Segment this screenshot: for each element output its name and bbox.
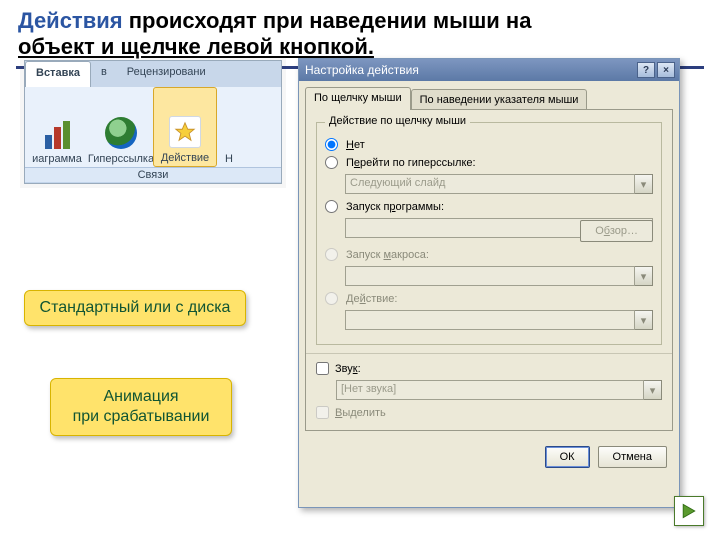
arrow-right-icon [679, 501, 699, 521]
chevron-down-icon: ▾ [635, 266, 653, 286]
radio-object-action: Действие: [325, 292, 653, 305]
radio-run-macro-label: Запуск макроса: [346, 249, 429, 261]
radio-run-program[interactable]: Запуск программы: [325, 200, 653, 213]
ribbon-group-label: Связи [25, 167, 281, 182]
ribbon-tab-review[interactable]: Рецензировани [117, 61, 216, 87]
title-accent: Действия [18, 8, 123, 33]
tab-on-click[interactable]: По щелчку мыши [305, 87, 411, 110]
radio-run-macro: Запуск макроса: [325, 248, 653, 261]
callout-animation-l2: при срабатывании [73, 408, 210, 425]
dialog-titlebar[interactable]: Настройка действия ? × [299, 59, 679, 81]
radio-object-action-label: Действие: [346, 293, 397, 305]
radio-hyperlink[interactable]: Перейти по гиперссылке: [325, 156, 653, 169]
check-sound-label: Звук: [335, 363, 361, 375]
sound-combo[interactable]: [Нет звука] ▾ [336, 380, 662, 400]
ribbon-tab-2[interactable]: в [91, 61, 117, 87]
chevron-down-icon[interactable]: ▾ [644, 380, 662, 400]
ribbon-button-chart-label: иаграмма [32, 153, 82, 165]
callout-animation-l1: Анимация [103, 388, 178, 405]
cancel-button[interactable]: Отмена [598, 446, 667, 468]
action-groupbox: Действие по щелчку мыши Нет Перейти по г… [316, 122, 662, 345]
ribbon-button-hyperlink-label: Гиперссылка [88, 153, 154, 165]
globe-icon [105, 117, 137, 149]
next-slide-button[interactable] [674, 496, 704, 526]
ok-button[interactable]: ОК [545, 446, 590, 468]
check-highlight: Выделить [316, 406, 662, 419]
object-action-field [345, 310, 635, 330]
callout-animation: Анимация при срабатывании [50, 378, 232, 436]
dialog-button-row: ОК Отмена [299, 438, 679, 476]
help-button[interactable]: ? [637, 62, 655, 78]
ribbon-button-hyperlink[interactable]: Гиперссылка [89, 87, 153, 167]
separator [306, 353, 672, 354]
hyperlink-combo-field: Следующий слайд [345, 174, 635, 194]
radio-none[interactable]: Нет [325, 138, 653, 151]
ribbon-button-next-label: Н [225, 153, 233, 165]
callout-standard: Стандартный или с диска [24, 290, 246, 326]
star-icon [169, 116, 201, 148]
hyperlink-combo[interactable]: Следующий слайд ▾ [345, 174, 653, 194]
ribbon-button-action[interactable]: Действие [153, 87, 217, 167]
groupbox-legend: Действие по щелчку мыши [325, 115, 470, 127]
radio-none-input[interactable] [325, 138, 338, 151]
title-underlined: объект и щелчке левой кнопкой. [18, 34, 374, 59]
radio-hyperlink-input[interactable] [325, 156, 338, 169]
ribbon-screenshot: Вставка в Рецензировани иаграмма Гиперсс… [24, 60, 282, 184]
macro-combo-field [345, 266, 635, 286]
chevron-down-icon: ▾ [635, 310, 653, 330]
check-sound-input[interactable] [316, 362, 329, 375]
radio-run-macro-input [325, 248, 338, 261]
check-sound[interactable]: Звук: [316, 362, 662, 375]
radio-run-program-label: Запуск программы: [346, 201, 444, 213]
check-highlight-label: Выделить [335, 407, 386, 419]
browse-button[interactable]: Обзор… [580, 220, 653, 242]
tab-panel: Действие по щелчку мыши Нет Перейти по г… [305, 109, 673, 431]
object-action-combo: ▾ [345, 310, 653, 330]
ribbon-button-action-label: Действие [161, 152, 209, 164]
check-highlight-input [316, 406, 329, 419]
ribbon-tab-insert[interactable]: Вставка [25, 61, 91, 87]
sound-combo-field: [Нет звука] [336, 380, 644, 400]
close-button[interactable]: × [657, 62, 675, 78]
radio-object-action-input [325, 292, 338, 305]
tab-on-hover[interactable]: По наведении указателя мыши [411, 89, 588, 110]
radio-none-label: Нет [346, 139, 365, 151]
page-title: Действия происходят при наведении мыши н… [0, 0, 720, 62]
chevron-down-icon[interactable]: ▾ [635, 174, 653, 194]
dialog-title: Настройка действия [305, 63, 635, 77]
chart-icon [41, 117, 73, 149]
ribbon-button-next[interactable]: Н [217, 87, 241, 167]
macro-combo: ▾ [345, 266, 653, 286]
radio-run-program-input[interactable] [325, 200, 338, 213]
action-settings-dialog: Настройка действия ? × По щелчку мыши По… [298, 58, 680, 508]
ribbon-button-chart[interactable]: иаграмма [25, 87, 89, 167]
title-text-1: происходят при наведении мыши на [123, 8, 532, 33]
radio-hyperlink-label: Перейти по гиперссылке: [346, 157, 476, 169]
